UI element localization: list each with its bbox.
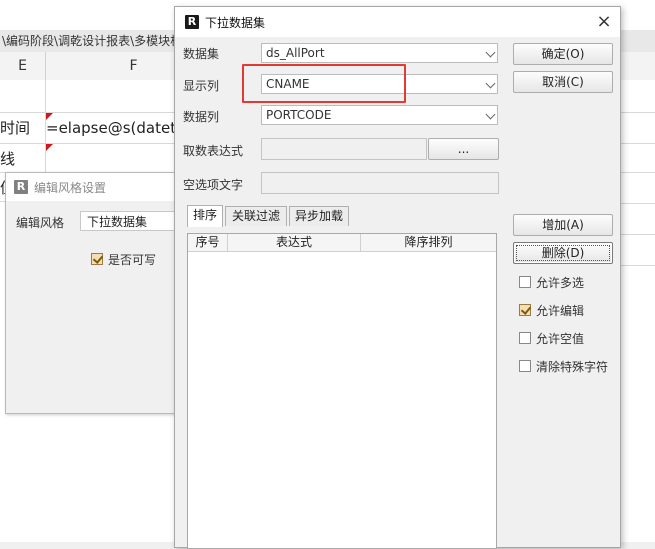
clear-special-chars-checkbox[interactable]: [519, 360, 531, 372]
edit-style-select[interactable]: 下拉数据集: [80, 211, 180, 231]
tab-related-filter[interactable]: 关联过滤: [225, 206, 287, 226]
edit-style-label: 编辑风格: [16, 216, 65, 230]
clear-special-chars-label: 清除特殊字符: [536, 360, 609, 374]
allow-multiselect-label: 允许多选: [536, 276, 585, 290]
chevron-down-icon: [485, 78, 496, 89]
dataset-select[interactable]: ds_AllPort: [261, 43, 498, 63]
data-column-value: PORTCODE: [266, 108, 332, 122]
chevron-down-icon: [485, 109, 496, 120]
dataset-value: ds_AllPort: [266, 46, 325, 60]
cell-e1[interactable]: [0, 80, 46, 113]
cell-right-4[interactable]: [619, 173, 655, 204]
edit-style-titlebar: R 编辑风格设置: [6, 173, 181, 201]
empty-option-text-label: 空选项文字: [183, 178, 244, 192]
tab-async-load[interactable]: 异步加载: [289, 206, 349, 226]
close-icon[interactable]: ×: [593, 11, 615, 33]
file-path-bar: \编码阶段\调乾设计报表\多模块相: [0, 30, 180, 53]
cell-e3[interactable]: 线: [0, 144, 46, 173]
cell-e2[interactable]: 时间: [0, 113, 46, 144]
column-header-index[interactable]: 序号: [188, 234, 228, 252]
edit-style-dialog: R 编辑风格设置 编辑风格 下拉数据集 是否可写: [5, 172, 182, 414]
cell-comment-flag: [46, 113, 53, 120]
cell-right-5[interactable]: [619, 204, 655, 235]
app-logo-icon: R: [14, 180, 28, 194]
column-header-descending[interactable]: 降序排列: [361, 234, 496, 252]
file-path-text: \编码阶段\调乾设计报表\多模块相: [2, 34, 180, 48]
fetch-expression-input[interactable]: [261, 138, 427, 160]
cell-right-2[interactable]: [619, 113, 655, 144]
allow-edit-checkbox[interactable]: [519, 304, 531, 316]
allow-edit-label: 允许编辑: [536, 304, 585, 318]
add-button[interactable]: 增加(A): [513, 214, 613, 236]
allow-multiselect-checkbox[interactable]: [519, 276, 531, 288]
column-header-right[interactable]: [619, 52, 655, 81]
cell-right-6[interactable]: [619, 235, 655, 266]
delete-button[interactable]: 删除(D): [513, 242, 613, 264]
dataset-label: 数据集: [183, 47, 220, 61]
cell-right-3[interactable]: [619, 144, 655, 173]
column-header-e[interactable]: E: [0, 52, 46, 81]
allow-empty-checkbox[interactable]: [519, 332, 531, 344]
column-header-expression[interactable]: 表达式: [228, 234, 361, 252]
empty-option-text-input[interactable]: [261, 172, 499, 194]
ellipsis-button[interactable]: ...: [428, 138, 499, 160]
display-column-label: 显示列: [183, 79, 220, 93]
ok-button[interactable]: 确定(O): [513, 43, 613, 65]
fetch-expression-label: 取数表达式: [183, 144, 244, 158]
chevron-down-icon: [485, 47, 496, 58]
data-column-label: 数据列: [183, 110, 220, 124]
tab-sort[interactable]: 排序: [187, 205, 223, 227]
app-logo-icon: R: [185, 15, 199, 29]
edit-style-title: 编辑风格设置: [34, 181, 107, 195]
writable-checkbox[interactable]: [91, 253, 103, 265]
cancel-button[interactable]: 取消(C): [513, 71, 613, 93]
writable-label: 是否可写: [108, 253, 157, 267]
data-column-select[interactable]: PORTCODE: [261, 105, 498, 125]
highlight-annotation: [242, 64, 406, 103]
dialog-title: 下拉数据集: [205, 16, 266, 30]
dialog-titlebar: R 下拉数据集 ×: [175, 7, 620, 37]
cell-right-1[interactable]: [619, 80, 655, 113]
allow-empty-label: 允许空值: [536, 332, 585, 346]
sort-table[interactable]: 序号 表达式 降序排列: [187, 233, 497, 549]
cell-comment-flag: [46, 144, 53, 151]
